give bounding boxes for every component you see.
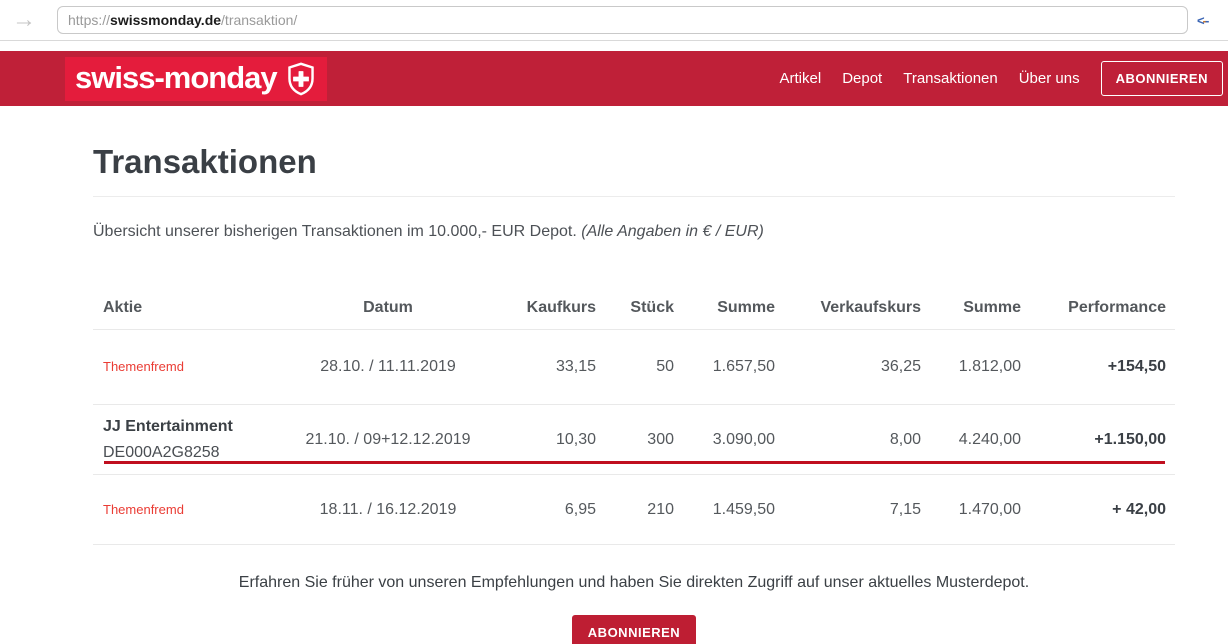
- cell-datum: 28.10. / 11.11.2019: [298, 358, 478, 376]
- header-subscribe-button[interactable]: ABONNIEREN: [1101, 61, 1223, 96]
- cell-performance: +1.150,00: [1021, 431, 1175, 449]
- address-bar[interactable]: https://swissmonday.de/transaktion/: [57, 6, 1188, 34]
- broken-image-icon: <--: [1197, 13, 1207, 28]
- logo-text: swiss-monday: [75, 62, 277, 96]
- cell-aktie-name: Themenfremd: [103, 497, 298, 523]
- url-path: /transaktion/: [221, 12, 297, 28]
- col-header-stueck: Stück: [596, 299, 674, 317]
- table-row: Themenfremd 18.11. / 16.12.2019 6,95 210…: [93, 475, 1175, 545]
- cell-stueck: 210: [596, 501, 674, 519]
- table-row: Themenfremd 28.10. / 11.11.2019 33,15 50…: [93, 330, 1175, 405]
- cell-summe-verkauf: 1.470,00: [921, 501, 1021, 519]
- cell-performance: +154,50: [1021, 358, 1175, 376]
- cell-datum: 21.10. / 09+12.12.2019: [298, 431, 478, 449]
- subscribe-button[interactable]: ABONNIEREN: [572, 615, 696, 644]
- cell-aktie: Themenfremd: [93, 354, 298, 380]
- nav-item-ueber-uns[interactable]: Über uns: [1019, 70, 1080, 87]
- page-content: Transaktionen Übersicht unserer bisherig…: [93, 142, 1175, 644]
- table-body: Themenfremd 28.10. / 11.11.2019 33,15 50…: [93, 330, 1175, 545]
- nav-item-transaktionen[interactable]: Transaktionen: [903, 70, 998, 87]
- page-title: Transaktionen: [93, 142, 1175, 182]
- table-header-row: Aktie Datum Kaufkurs Stück Summe Verkauf…: [93, 286, 1175, 330]
- main-nav: Artikel Depot Transaktionen Über uns ABO…: [780, 61, 1224, 96]
- cta-wrap: ABONNIEREN: [93, 615, 1175, 644]
- site-header: swiss-monday Artikel Depot Transaktionen…: [0, 51, 1228, 106]
- cell-datum: 18.11. / 16.12.2019: [298, 501, 478, 519]
- url-scheme: https://: [68, 12, 110, 28]
- swiss-shield-icon: [286, 62, 316, 96]
- forward-arrow-icon[interactable]: →: [9, 8, 45, 32]
- cell-stueck: 50: [596, 358, 674, 376]
- logo[interactable]: swiss-monday: [65, 57, 327, 101]
- intro-note: (Alle Angaben in € / EUR): [581, 223, 764, 240]
- cta-text: Erfahren Sie früher von unseren Empfehlu…: [93, 574, 1175, 592]
- cell-kaufkurs: 33,15: [478, 358, 596, 376]
- transactions-table: Aktie Datum Kaufkurs Stück Summe Verkauf…: [93, 286, 1175, 545]
- cell-performance: + 42,00: [1021, 501, 1175, 519]
- url-domain: swissmonday.de: [110, 12, 221, 28]
- cell-aktie: Themenfremd: [93, 497, 298, 523]
- cell-summe-kauf: 1.657,50: [674, 358, 775, 376]
- title-divider: [93, 196, 1175, 197]
- col-header-summe-verkauf: Summe: [921, 299, 1021, 317]
- cell-aktie-name: JJ Entertainment: [103, 414, 298, 440]
- cell-aktie: JJ Entertainment DE000A2G8258: [93, 414, 298, 466]
- col-header-datum: Datum: [298, 299, 478, 317]
- cell-summe-verkauf: 1.812,00: [921, 358, 1021, 376]
- cell-summe-kauf: 1.459,50: [674, 501, 775, 519]
- nav-item-depot[interactable]: Depot: [842, 70, 882, 87]
- col-header-aktie: Aktie: [93, 299, 298, 317]
- cell-kaufkurs: 6,95: [478, 501, 596, 519]
- intro-text: Übersicht unserer bisherigen Transaktion…: [93, 223, 1175, 241]
- col-header-verkaufskurs: Verkaufskurs: [775, 299, 921, 317]
- cell-aktie-name: Themenfremd: [103, 354, 298, 380]
- browser-chrome: → https://swissmonday.de/transaktion/ <-…: [0, 0, 1228, 41]
- cell-summe-kauf: 3.090,00: [674, 431, 775, 449]
- col-header-performance: Performance: [1021, 299, 1175, 317]
- cell-kaufkurs: 10,30: [478, 431, 596, 449]
- cell-aktie-isin: DE000A2G8258: [103, 440, 298, 466]
- table-row: JJ Entertainment DE000A2G8258 21.10. / 0…: [93, 405, 1175, 475]
- cell-verkaufskurs: 7,15: [775, 501, 921, 519]
- cell-verkaufskurs: 8,00: [775, 431, 921, 449]
- nav-item-artikel[interactable]: Artikel: [780, 70, 822, 87]
- cell-summe-verkauf: 4.240,00: [921, 431, 1021, 449]
- col-header-summe-kauf: Summe: [674, 299, 775, 317]
- cell-verkaufskurs: 36,25: [775, 358, 921, 376]
- col-header-kaufkurs: Kaufkurs: [478, 299, 596, 317]
- cell-stueck: 300: [596, 431, 674, 449]
